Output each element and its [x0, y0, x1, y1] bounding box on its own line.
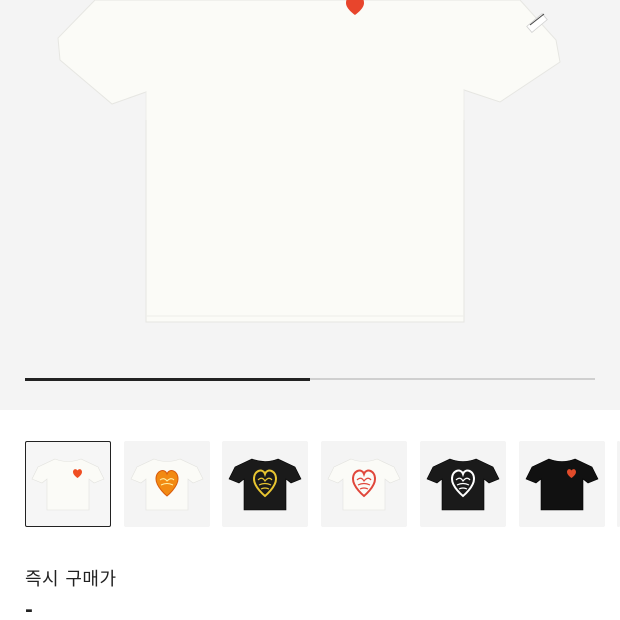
thumbnail-black-tee-small-heart[interactable] [518, 441, 605, 527]
thumbnail-strip[interactable] [0, 441, 620, 529]
thumbnail-shirt-image [228, 458, 302, 511]
thumbnail-shirt-image [525, 458, 598, 511]
instant-buy-price-value: - [25, 599, 33, 620]
thumbnail-shirt-image [130, 458, 204, 511]
t-shirt-shape [426, 458, 500, 511]
t-shirt-image [57, 0, 561, 323]
t-shirt-shape [228, 458, 302, 511]
t-shirt-shape [525, 458, 598, 511]
t-shirt-shape [327, 458, 401, 511]
gallery-progress-fill [25, 377, 310, 381]
gallery-progress-bar [25, 377, 595, 381]
thumbnail-white-tee-orange-heart[interactable] [123, 441, 210, 527]
product-main-image[interactable] [0, 0, 620, 410]
thumbnail-white-tee-small-red-heart[interactable] [25, 441, 111, 527]
thumbnail-black-tee-white-heart[interactable] [419, 441, 506, 527]
t-shirt-shape [31, 458, 105, 511]
thumbnail-shirt-image [327, 458, 401, 511]
thumbnail-shirt-image [426, 458, 500, 511]
thumbnail-shirt-image [31, 458, 105, 511]
thumbnail-white-tee-red-heart[interactable] [321, 441, 408, 527]
instant-buy-price-label: 즉시 구매가 [25, 569, 117, 590]
thumbnail-black-tee-yellow-heart[interactable] [222, 441, 309, 527]
